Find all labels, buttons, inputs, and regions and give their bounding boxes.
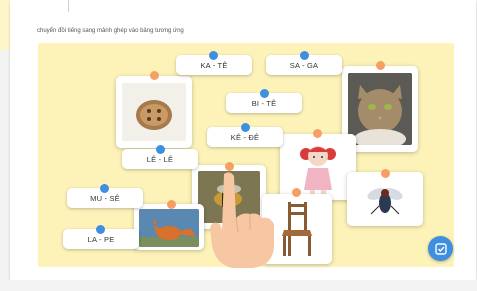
submit-button[interactable]	[428, 236, 453, 261]
pair-label: SA - GA	[289, 60, 319, 70]
image-card-fox[interactable]	[134, 204, 204, 250]
pin	[96, 225, 105, 234]
pair-label: MU - SÊ	[90, 193, 120, 203]
check-icon	[434, 242, 447, 255]
fox-icon	[139, 209, 199, 247]
divider	[68, 0, 69, 12]
cat-icon	[348, 73, 412, 145]
pin	[381, 169, 390, 178]
pin	[100, 184, 109, 193]
pin	[241, 123, 250, 132]
pair-label: KÊ - ĐÊ	[230, 132, 260, 142]
pair-label: LÊ - LÊ	[146, 154, 174, 164]
pin	[300, 51, 309, 60]
image-card-fly[interactable]	[347, 172, 423, 226]
pin	[150, 71, 159, 80]
pin	[209, 51, 218, 60]
hand-pointer-icon	[210, 172, 274, 268]
pin	[167, 200, 176, 209]
pair-label: KA - TÊ	[200, 60, 228, 70]
footer-strip	[0, 280, 477, 291]
fly-icon	[355, 178, 415, 222]
pair-label: BI - TÊ	[251, 98, 277, 108]
image-card-button[interactable]	[116, 76, 192, 148]
pin	[156, 145, 165, 154]
pin	[313, 129, 322, 138]
pin	[292, 188, 301, 197]
pin	[376, 61, 385, 70]
button-icon	[122, 83, 186, 141]
pair-label: LA - PE	[87, 234, 115, 244]
instruction-text: chuyển đồi tiếng sang mảnh ghép vào bảng…	[37, 28, 184, 34]
pin	[260, 89, 269, 98]
